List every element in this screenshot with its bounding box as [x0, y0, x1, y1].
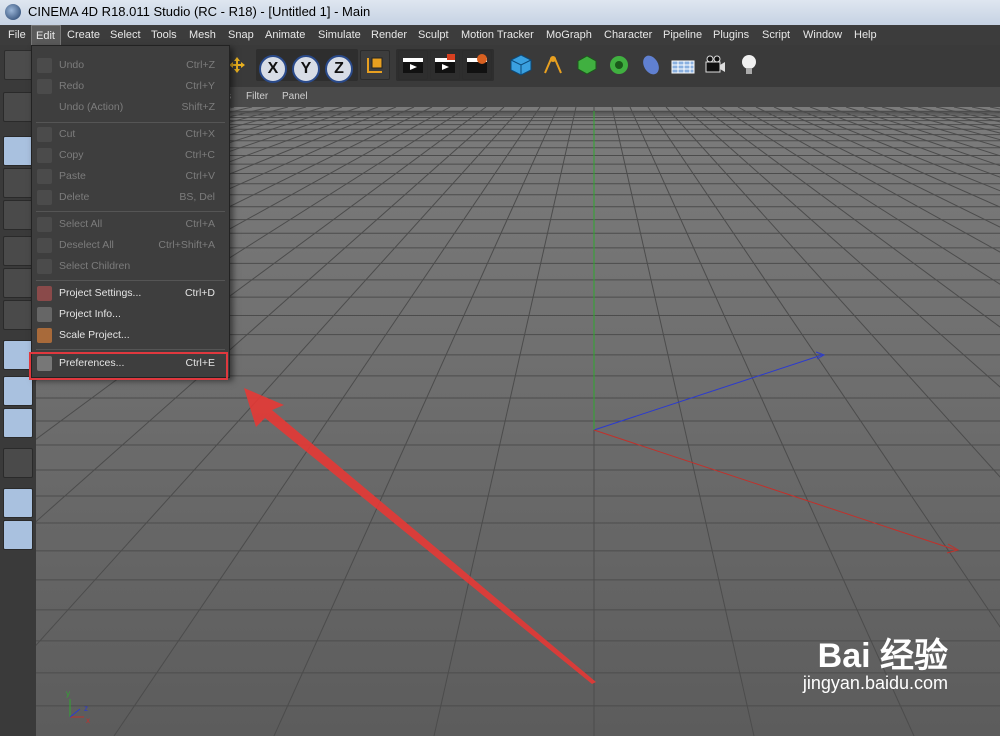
- cloner-icon[interactable]: [604, 50, 634, 80]
- preferences-highlight-box: [29, 352, 228, 380]
- menu-script[interactable]: Script: [758, 25, 794, 45]
- project-settings-icon: [37, 286, 52, 301]
- solo-mode-icon[interactable]: [3, 408, 33, 438]
- render-settings-icon[interactable]: [462, 50, 492, 80]
- menu-separator: [36, 280, 225, 281]
- camera-icon[interactable]: [700, 50, 730, 80]
- baidu-logo: Bai 经验: [817, 637, 948, 675]
- menu-render[interactable]: Render: [367, 25, 411, 45]
- edges-mode-icon[interactable]: [3, 268, 33, 298]
- paste-icon: [37, 169, 52, 184]
- render-group: [396, 49, 494, 81]
- scale-project-icon: [37, 328, 52, 343]
- window-titlebar: CINEMA 4D R18.011 Studio (RC - R18) - [U…: [0, 0, 1000, 25]
- subdivision-icon[interactable]: [572, 50, 602, 80]
- edit-menu-select-all[interactable]: Select All Ctrl+A: [32, 214, 229, 235]
- x-axis-button[interactable]: X: [259, 55, 287, 83]
- window-title: CINEMA 4D R18.011 Studio (RC - R18) - [U…: [28, 4, 371, 19]
- copy-icon: [37, 148, 52, 163]
- redo-icon: [37, 79, 52, 94]
- delete-icon: [37, 190, 52, 205]
- viewport-menu-panel[interactable]: Panel: [282, 87, 308, 107]
- menu-create[interactable]: Create: [63, 25, 104, 45]
- render-view-icon[interactable]: [398, 50, 428, 80]
- cinema4d-logo-icon: [5, 4, 21, 20]
- menu-character[interactable]: Character: [600, 25, 656, 45]
- render-picture-viewer-icon[interactable]: [430, 50, 460, 80]
- floor-icon[interactable]: [668, 50, 698, 80]
- menu-tools[interactable]: Tools: [147, 25, 181, 45]
- undo-icon[interactable]: [4, 50, 34, 80]
- workplane-lock-icon[interactable]: [3, 488, 33, 518]
- select-children-icon: [37, 259, 52, 274]
- points-mode-icon[interactable]: [3, 236, 33, 266]
- baidu-watermark: Bai 经验 jingyan.baidu.com: [803, 628, 948, 694]
- menu-file[interactable]: File: [4, 25, 30, 45]
- menu-help[interactable]: Help: [850, 25, 881, 45]
- select-all-icon: [37, 217, 52, 232]
- menu-edit[interactable]: Edit: [31, 25, 61, 45]
- polygons-mode-icon[interactable]: [3, 300, 33, 330]
- menu-snap[interactable]: Snap: [224, 25, 258, 45]
- edit-menu-scale-project[interactable]: Scale Project...: [32, 325, 229, 346]
- menu-pipeline[interactable]: Pipeline: [659, 25, 706, 45]
- viewport-menu-filter[interactable]: Filter: [246, 87, 268, 107]
- menu-separator: [36, 349, 225, 350]
- axis-lock-group: X Y Z: [256, 49, 358, 83]
- texture-mode-icon[interactable]: [3, 92, 33, 122]
- edit-menu-redo[interactable]: Redo Ctrl+Y: [32, 76, 229, 97]
- menu-select[interactable]: Select: [106, 25, 145, 45]
- menu-mesh[interactable]: Mesh: [185, 25, 220, 45]
- edit-menu-deselect-all[interactable]: Deselect All Ctrl+Shift+A: [32, 235, 229, 256]
- edit-menu-undo-action[interactable]: Undo (Action) Shift+Z: [32, 97, 229, 118]
- edit-menu-cut[interactable]: Cut Ctrl+X: [32, 124, 229, 145]
- menu-window[interactable]: Window: [799, 25, 846, 45]
- z-axis-button[interactable]: Z: [325, 55, 353, 83]
- baidu-url: jingyan.baidu.com: [802, 673, 948, 693]
- deformer-icon[interactable]: [636, 50, 666, 80]
- cut-icon: [37, 127, 52, 142]
- edit-menu-select-children[interactable]: Select Children: [32, 256, 229, 277]
- gizmo-z-label: z: [84, 704, 88, 713]
- project-info-icon: [37, 307, 52, 322]
- y-axis-button[interactable]: Y: [292, 55, 320, 83]
- tweak-mode-icon[interactable]: [3, 376, 33, 406]
- menu-animate[interactable]: Animate: [261, 25, 309, 45]
- menu-separator: [36, 122, 225, 123]
- menu-mograph[interactable]: MoGraph: [542, 25, 596, 45]
- edit-menu-copy[interactable]: Copy Ctrl+C: [32, 145, 229, 166]
- planar-workplane-icon[interactable]: [3, 520, 33, 550]
- menu-separator: [36, 211, 225, 212]
- menu-sculpt[interactable]: Sculpt: [414, 25, 453, 45]
- gizmo-y-label: y: [66, 689, 70, 698]
- edit-menu-delete[interactable]: Delete BS, Del: [32, 187, 229, 208]
- menubar: File Edit Create Select Tools Mesh Snap …: [0, 25, 1000, 45]
- snap-icon[interactable]: [3, 448, 33, 478]
- edit-menu-project-settings[interactable]: Project Settings... Ctrl+D: [32, 283, 229, 304]
- coordinate-system-icon[interactable]: [360, 50, 390, 80]
- cube-icon[interactable]: [506, 50, 536, 80]
- menu-simulate[interactable]: Simulate: [314, 25, 365, 45]
- edit-menu-undo[interactable]: Undo Ctrl+Z: [32, 55, 229, 76]
- menu-plugins[interactable]: Plugins: [709, 25, 753, 45]
- workplane-icon[interactable]: [3, 200, 33, 230]
- light-icon[interactable]: [734, 50, 764, 80]
- menu-motion-tracker[interactable]: Motion Tracker: [457, 25, 538, 45]
- pen-icon[interactable]: [538, 50, 568, 80]
- gizmo-x-label: x: [86, 716, 90, 725]
- deselect-all-icon: [37, 238, 52, 253]
- edit-menu-dropdown: Undo Ctrl+Z Redo Ctrl+Y Undo (Action) Sh…: [31, 45, 230, 378]
- model-mode-icon[interactable]: [3, 136, 33, 166]
- edit-menu-project-info[interactable]: Project Info...: [32, 304, 229, 325]
- edit-menu-paste[interactable]: Paste Ctrl+V: [32, 166, 229, 187]
- texture-axis-icon[interactable]: [3, 168, 33, 198]
- undo-icon: [37, 58, 52, 73]
